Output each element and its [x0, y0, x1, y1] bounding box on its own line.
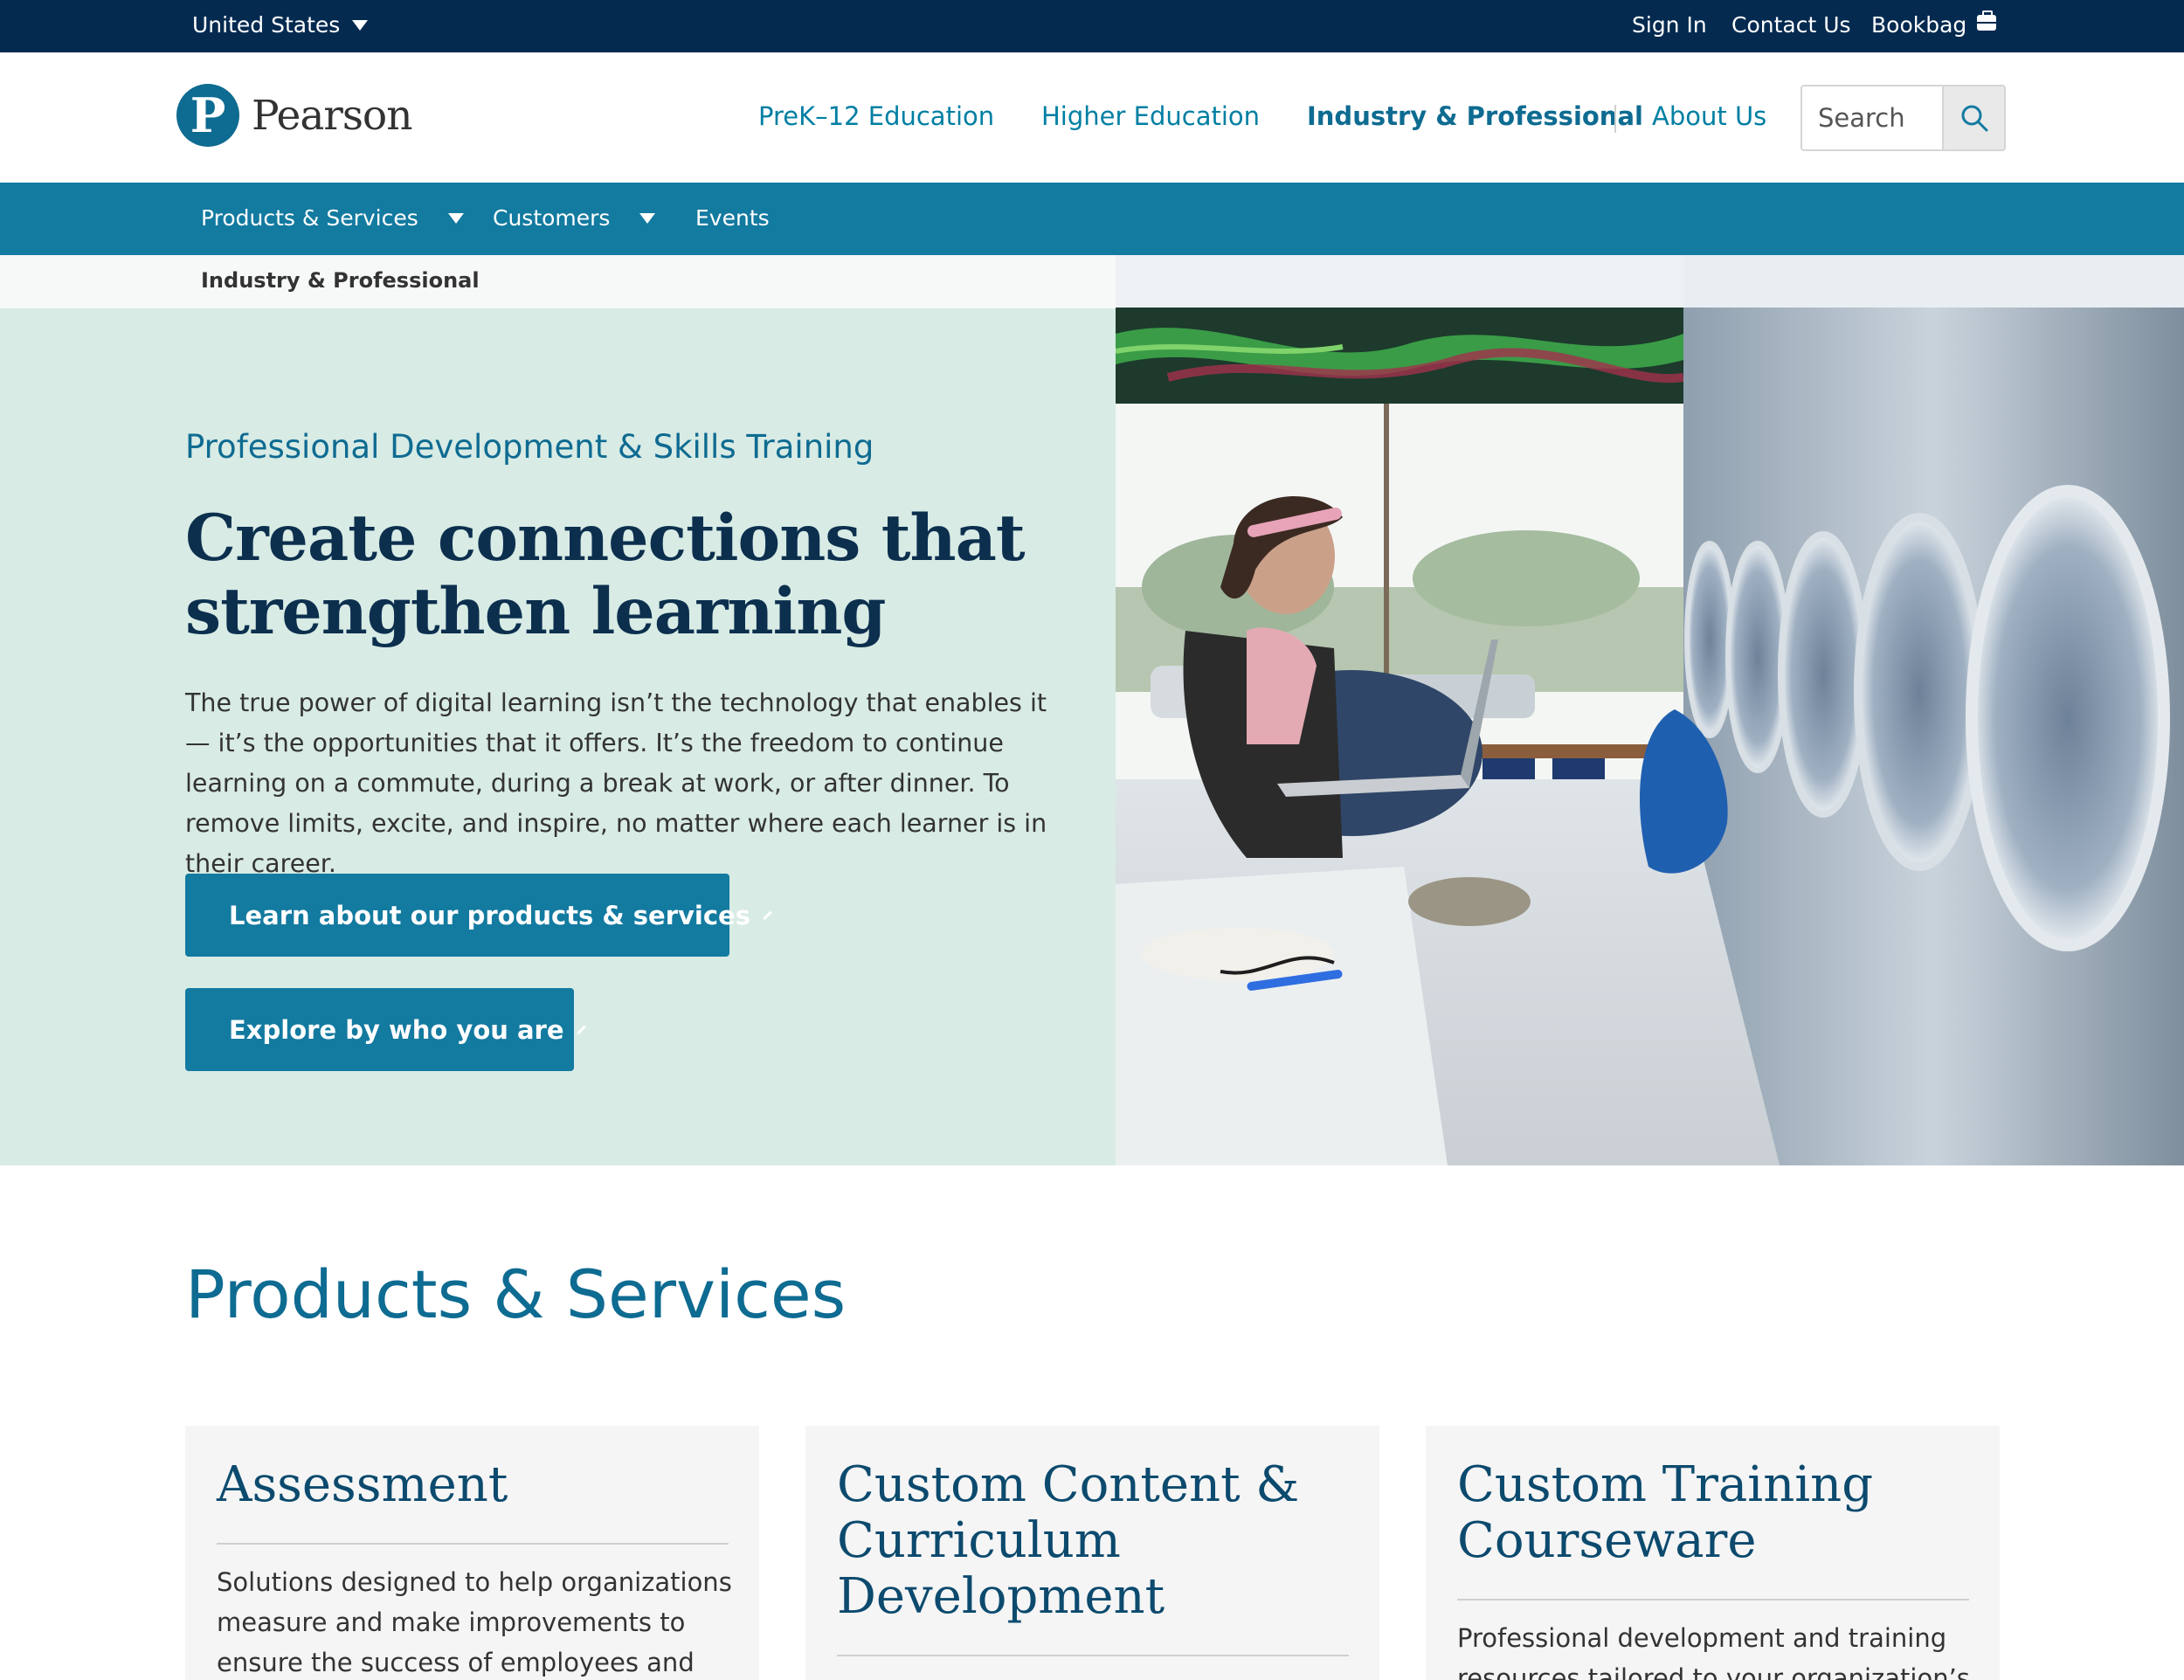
nav-about-us[interactable]: About Us	[1652, 101, 1766, 131]
hero-title: Create connections that strengthen learn…	[185, 501, 1026, 649]
nav-prek12[interactable]: PreK–12 Education	[758, 101, 994, 131]
product-card-custom-content[interactable]: Custom Content & Curriculum Development	[805, 1426, 1379, 1680]
card-description: Solutions designed to help organizations…	[217, 1567, 732, 1677]
search-box	[1800, 85, 2006, 151]
bookbag-link[interactable]: Bookbag	[1871, 10, 1997, 38]
logo-wordmark: Pearson	[252, 91, 413, 140]
chevron-down-icon	[352, 19, 369, 31]
hero-body: The true power of digital learning isn’t…	[185, 688, 1047, 878]
country-selector[interactable]: United States	[192, 12, 369, 38]
subnav-label: Products & Services	[201, 205, 418, 231]
contact-us-link[interactable]: Contact Us	[1731, 12, 1851, 38]
search-button[interactable]	[1942, 86, 2004, 149]
pearson-logo-icon: P	[176, 84, 239, 147]
subnav-products-services[interactable]: Products & Services	[201, 205, 464, 231]
subnav-label: Events	[695, 205, 770, 231]
section-subnav: Products & Services Customers Events	[0, 183, 2184, 255]
sign-in-link[interactable]: Sign In	[1632, 12, 1707, 38]
subnav-customers[interactable]: Customers	[493, 205, 656, 231]
bookbag-label: Bookbag	[1871, 12, 1967, 38]
hero-eyebrow: Professional Development & Skills Traini…	[185, 428, 874, 466]
products-heading: Products & Services	[185, 1255, 847, 1333]
utility-bar: United States Sign In Contact Us Bookbag	[0, 0, 2184, 52]
product-card-assessment[interactable]: Assessment Solutions designed to help or…	[185, 1426, 759, 1680]
product-card-custom-training[interactable]: Custom Training Courseware Professional …	[1426, 1426, 2000, 1680]
hero-image	[1116, 255, 2184, 1165]
pearson-logo[interactable]: P Pearson	[176, 84, 413, 147]
nav-higher-education[interactable]: Higher Education	[1041, 101, 1260, 131]
explore-who-button[interactable]: Explore by who you are	[185, 988, 586, 1071]
cta-label: Learn about our products & services	[229, 900, 750, 930]
subnav-label: Customers	[493, 205, 611, 231]
search-input[interactable]	[1802, 86, 1942, 149]
country-label: United States	[192, 12, 341, 38]
card-title: Assessment	[217, 1456, 508, 1513]
learn-products-button[interactable]: Learn about our products & services	[185, 874, 772, 957]
breadcrumb: Industry & Professional	[0, 255, 1116, 308]
cta-label: Explore by who you are	[229, 1014, 564, 1045]
site-header: P Pearson PreK–12 Education Higher Educa…	[0, 52, 2184, 183]
subnav-events[interactable]: Events	[695, 205, 770, 231]
card-title: Custom Training Courseware	[1457, 1456, 1874, 1569]
chevron-down-icon	[447, 212, 464, 224]
bookbag-icon	[1977, 10, 1997, 31]
card-divider	[837, 1655, 1349, 1656]
nav-industry-professional[interactable]: Industry & Professional	[1307, 101, 1643, 131]
card-title: Custom Content & Curriculum Development	[837, 1456, 1300, 1625]
card-description: Professional development and training re…	[1457, 1623, 1970, 1680]
search-icon	[1961, 105, 1987, 132]
breadcrumb-current: Industry & Professional	[201, 268, 480, 293]
card-divider	[217, 1543, 729, 1545]
chevron-down-icon	[639, 212, 656, 224]
card-divider	[1457, 1599, 1969, 1600]
laundromat-photo	[1116, 255, 2184, 1165]
nav-divider	[1614, 105, 1616, 133]
